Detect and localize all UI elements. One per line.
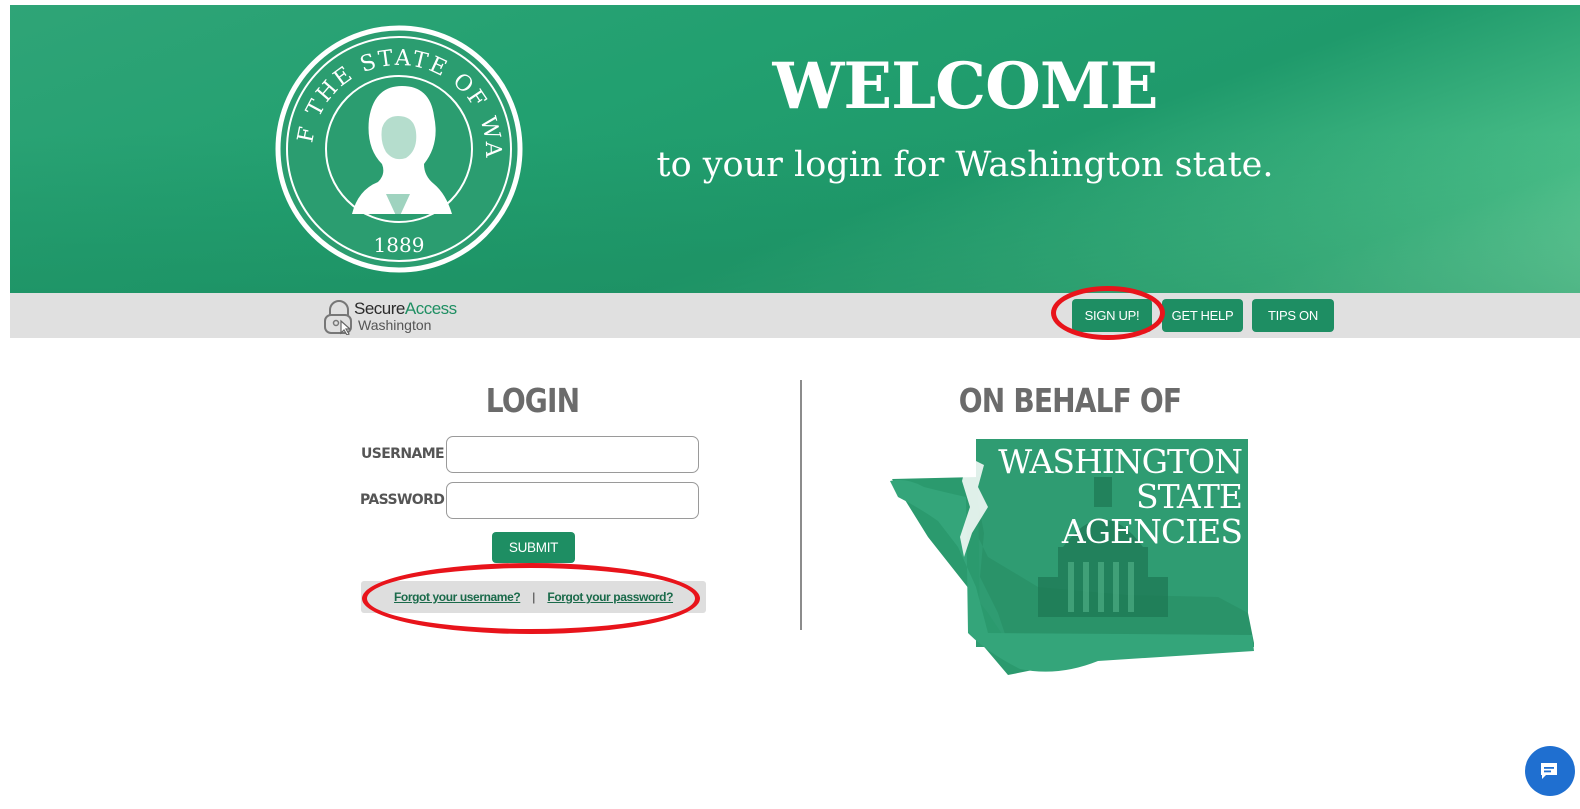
on-behalf-heading: ON BEHALF OF — [958, 381, 1182, 420]
padlock-cursor-icon — [324, 300, 352, 335]
forgot-links-bar: Forgot your username? | Forgot your pass… — [361, 581, 706, 613]
submit-button[interactable]: SUBMIT — [492, 532, 575, 563]
brand-subtitle: Washington — [358, 317, 432, 333]
agencies-logo-text: WASHINGTON STATE AGENCIES — [960, 442, 1243, 551]
top-nav-bar: SecureAccess Washington SIGN UP! GET HEL… — [10, 293, 1580, 338]
chat-button[interactable] — [1525, 746, 1575, 796]
password-input[interactable] — [446, 482, 699, 519]
sign-up-button[interactable]: SIGN UP! — [1072, 299, 1152, 332]
brand-name-part1: Secure — [354, 299, 405, 318]
agencies-line-2: STATE — [1136, 477, 1243, 516]
forgot-password-link[interactable]: Forgot your password? — [547, 590, 673, 604]
svg-text:1889: 1889 — [374, 233, 425, 257]
tips-on-button[interactable]: TIPS ON — [1252, 299, 1334, 332]
brand-name-part2: Access — [404, 299, 457, 318]
username-label: USERNAME — [360, 446, 445, 462]
state-seal-logo: THE SEAL OF THE STATE OF WASHINGTON 1889 — [274, 24, 523, 273]
welcome-banner: THE SEAL OF THE STATE OF WASHINGTON 1889… — [10, 5, 1580, 294]
agencies-line-3: AGENCIES — [1061, 512, 1243, 551]
brand-name: SecureAccess — [354, 299, 457, 319]
get-help-button[interactable]: GET HELP — [1162, 299, 1243, 332]
welcome-subtitle: to your login for Washington state. — [656, 145, 1274, 185]
column-divider — [800, 380, 802, 630]
chat-bubble-icon — [1541, 763, 1557, 779]
secureaccess-brand[interactable]: SecureAccess Washington — [322, 299, 492, 335]
welcome-title: WELCOME — [772, 49, 1159, 124]
password-label: PASSWORD — [360, 492, 445, 508]
login-heading: LOGIN — [485, 381, 580, 420]
forgot-username-link[interactable]: Forgot your username? — [394, 590, 521, 604]
agencies-line-1: WASHINGTON — [998, 442, 1243, 481]
username-input[interactable] — [446, 436, 699, 473]
forgot-separator: | — [532, 590, 536, 604]
